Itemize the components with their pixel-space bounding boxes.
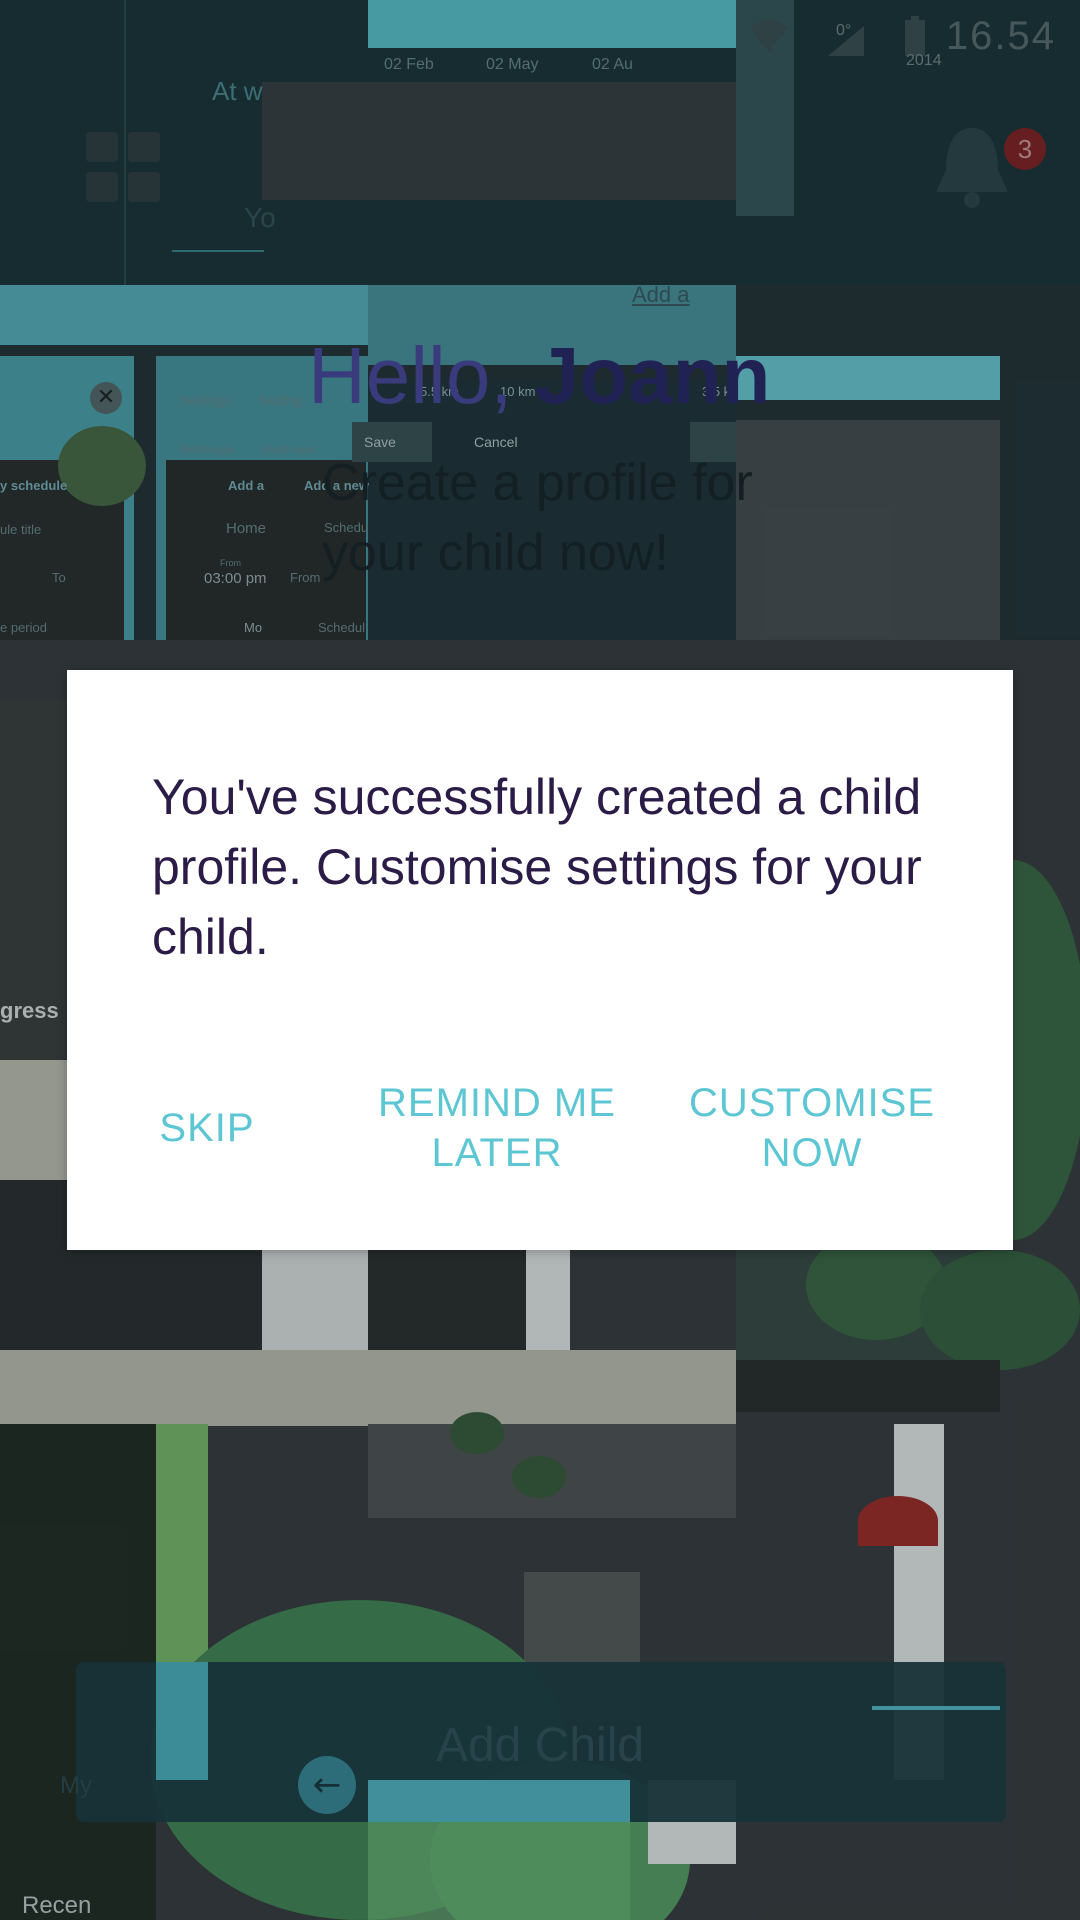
remind-me-later-button[interactable]: REMIND ME LATER	[367, 1078, 627, 1178]
dialog-message: You've successfully created a child prof…	[152, 769, 922, 965]
profile-created-dialog: You've successfully created a child prof…	[67, 670, 1013, 1250]
skip-button[interactable]: SKIP	[137, 1078, 277, 1178]
customise-now-button[interactable]: CUSTOMISE NOW	[667, 1078, 957, 1178]
